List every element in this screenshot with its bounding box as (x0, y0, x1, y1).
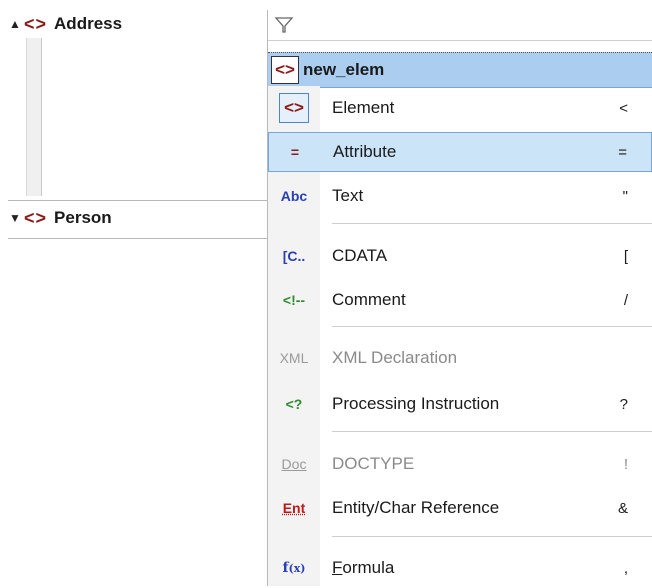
menu-item-cdata[interactable]: [C.. CDATA [ (268, 236, 652, 276)
new-element-name[interactable]: new_elem (303, 60, 384, 80)
tree-panel: ▲ <> Address ▼ <> Person (8, 10, 267, 586)
menu-item-label: Text (332, 186, 364, 205)
menu-item-shortcut: = (618, 143, 627, 161)
menu-item-shortcut: ! (623, 455, 628, 473)
new-element-row[interactable]: <> new_elem (268, 52, 652, 88)
menu-item-shortcut: , (623, 559, 628, 577)
node-type-menu: <> Element < = Attribute = Abc Text " [C… (268, 86, 652, 586)
doctype-icon: Doc (281, 456, 307, 472)
menu-item-label: DOCTYPE (332, 454, 415, 473)
menu-item-doctype: Doc DOCTYPE ! (268, 444, 652, 484)
menu-item-label: Attribute (333, 142, 397, 161)
menu-separator (332, 536, 652, 537)
menu-separator (332, 223, 652, 224)
menu-item-element[interactable]: <> Element < (268, 88, 652, 128)
row-divider (8, 238, 268, 239)
comment-icon: <!-- (282, 292, 306, 308)
row-divider (8, 200, 268, 201)
attribute-icon: = (290, 144, 300, 160)
menu-separator (332, 431, 652, 432)
filter-row (268, 10, 652, 40)
text-icon: Abc (280, 188, 308, 204)
element-icon: <> (271, 56, 299, 84)
menu-item-attribute[interactable]: = Attribute = (268, 132, 652, 172)
menu-item-shortcut: ? (619, 395, 628, 413)
menu-item-label: CDATA (332, 246, 388, 265)
element-icon: <> (24, 13, 48, 34)
expand-arrow-icon[interactable]: ▼ (8, 211, 22, 225)
menu-item-shortcut: / (623, 291, 628, 309)
processing-instruction-icon: <? (285, 396, 303, 412)
menu-item-entity-reference[interactable]: Ent Entity/Char Reference & (268, 488, 652, 528)
tree-row-label: Person (54, 208, 112, 227)
element-icon: <> (279, 93, 309, 123)
menu-item-shortcut: " (622, 187, 628, 205)
menu-item-text[interactable]: Abc Text " (268, 176, 652, 216)
xml-declaration-icon: XML (279, 350, 309, 366)
menu-item-shortcut: [ (623, 247, 628, 265)
menu-item-label: Formula (332, 558, 395, 577)
tree-row-address[interactable]: ▲ <> Address (8, 10, 122, 38)
menu-item-label: Comment (332, 290, 406, 309)
menu-item-shortcut: & (617, 499, 628, 517)
menu-item-xml-declaration: XML XML Declaration (268, 338, 652, 378)
menu-item-label: Entity/Char Reference (332, 498, 500, 517)
filter-icon[interactable] (274, 16, 294, 39)
menu-item-comment[interactable]: <!-- Comment / (268, 280, 652, 320)
tree-scrollbar[interactable] (26, 38, 42, 196)
collapse-arrow-icon[interactable]: ▲ (8, 17, 22, 31)
menu-item-label: Processing Instruction (332, 394, 500, 413)
menu-separator (332, 326, 652, 327)
element-icon: <> (24, 207, 48, 228)
menu-item-shortcut: < (619, 99, 628, 117)
entity-reference-icon: Ent (282, 500, 306, 516)
tree-row-label: Address (54, 14, 123, 33)
menu-item-label: XML Declaration (332, 348, 458, 367)
filter-divider (268, 40, 652, 41)
menu-item-label: Element (332, 98, 395, 117)
cdata-icon: [C.. (282, 248, 306, 264)
tree-row-person[interactable]: ▼ <> Person (8, 204, 112, 232)
menu-item-formula[interactable]: f(x) Formula , (268, 548, 652, 588)
formula-icon: f(x) (282, 560, 306, 576)
menu-item-processing-instruction[interactable]: <? Processing Instruction ? (268, 384, 652, 424)
